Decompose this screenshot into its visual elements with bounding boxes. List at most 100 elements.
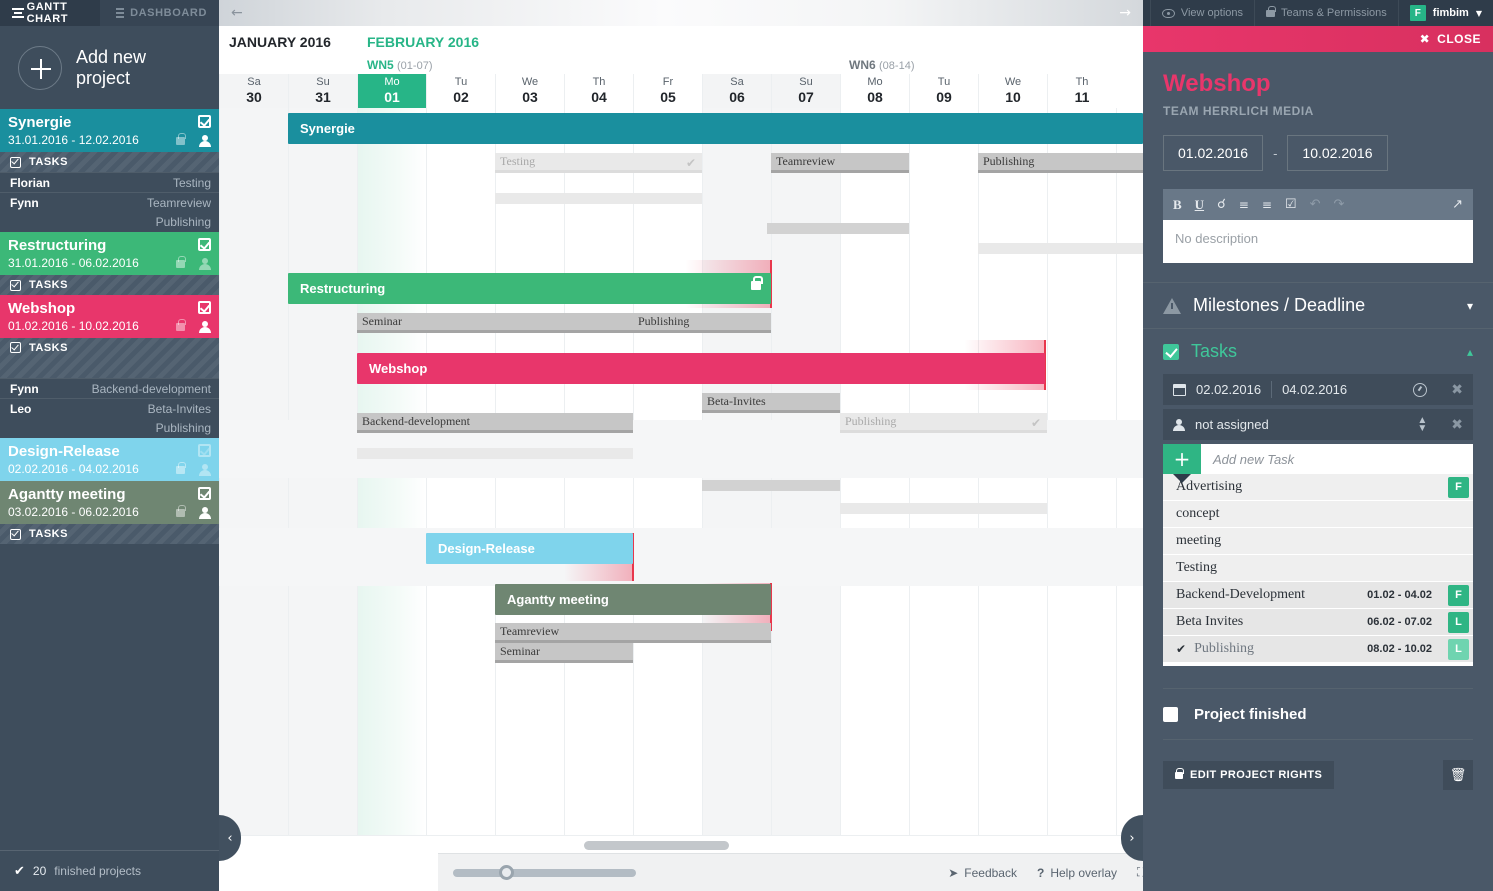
gantt-task-bar[interactable]: Publishing ✔ <box>840 413 1047 433</box>
list-item[interactable]: Backend-Development 01.02 - 04.02 F <box>1163 582 1473 609</box>
list-item[interactable]: Leo Beta-Invites <box>0 398 219 418</box>
day-cell[interactable]: Tu 02 <box>426 74 495 108</box>
list-item[interactable]: Publishing <box>0 212 219 232</box>
day-cell[interactable]: We 10 <box>978 74 1047 108</box>
day-cell[interactable]: Th 11 <box>1047 74 1116 108</box>
list-item[interactable]: ✔ Publishing 08.02 - 10.02 L <box>1163 636 1473 663</box>
horizontal-scrollbar[interactable] <box>219 835 1143 853</box>
gantt-bar-restructuring[interactable]: Restructuring <box>288 273 771 304</box>
sidebar-project-restructuring[interactable]: Restructuring 31.01.2016 - 06.02.2016 <box>0 232 219 275</box>
tasks-strip-webshop[interactable]: TASKS <box>0 338 219 378</box>
list-item[interactable]: Beta Invites 06.02 - 07.02 L <box>1163 609 1473 636</box>
delete-project-button[interactable]: 🗑 <box>1443 760 1473 790</box>
gantt-task-bar[interactable]: Seminar <box>357 313 633 333</box>
gantt-task-bar[interactable]: Seminar <box>495 643 633 663</box>
clear-dates-icon[interactable]: ✖ <box>1451 382 1463 398</box>
task-assignee-row[interactable]: not assigned ▲ ▼ ✖ <box>1163 409 1473 440</box>
arrow-right-icon[interactable]: → <box>1119 6 1131 20</box>
gantt-bar-agantty-meeting[interactable]: Agantty meeting <box>495 584 771 615</box>
gantt-bar-design-release[interactable]: Design-Release <box>426 533 633 564</box>
gantt-task-bar[interactable]: Backend-development <box>357 413 633 433</box>
gantt-task-bar[interactable] <box>702 480 840 491</box>
sidebar-project-webshop[interactable]: Webshop 01.02.2016 - 10.02.2016 <box>0 295 219 338</box>
task-assignee-value[interactable]: not assigned <box>1195 417 1269 432</box>
slider-knob[interactable] <box>499 865 514 880</box>
scrollbar-thumb[interactable] <box>584 841 729 850</box>
project-start-date-field[interactable]: 01.02.2016 <box>1163 135 1264 171</box>
checklist-icon[interactable]: ☑ <box>1285 197 1297 212</box>
zoom-slider[interactable] <box>453 865 636 880</box>
ordered-list-icon[interactable]: ≡ <box>1239 198 1249 212</box>
day-cell[interactable]: Su 07 <box>771 74 840 108</box>
project-finished-row[interactable]: Project finished <box>1163 688 1473 740</box>
sidebar-project-synergie[interactable]: Synergie 31.01.2016 - 12.02.2016 <box>0 109 219 152</box>
list-item[interactable]: Publishing <box>0 418 219 438</box>
view-options-button[interactable]: View options <box>1149 0 1254 26</box>
add-task-button[interactable]: + <box>1163 444 1201 474</box>
person-icon[interactable] <box>199 507 211 519</box>
list-item[interactable]: Fynn Backend-development <box>0 378 219 398</box>
tasks-strip-synergie[interactable]: TASKS <box>0 152 219 172</box>
bullet-list-icon[interactable]: ≡ <box>1262 198 1272 212</box>
day-cell-today[interactable]: Mo 01 <box>357 74 426 108</box>
edit-project-rights-button[interactable]: EDIT PROJECT RIGHTS <box>1163 761 1335 789</box>
expand-icon[interactable]: ↗ <box>1452 197 1463 212</box>
gantt-task-bar[interactable] <box>840 503 1047 514</box>
person-icon[interactable] <box>199 464 211 476</box>
timeline-scroll-bar[interactable]: ← → <box>219 0 1143 26</box>
tab-dashboard[interactable]: DASHBOARD <box>100 0 219 26</box>
day-cell[interactable]: Sa 06 <box>702 74 771 108</box>
list-item[interactable]: Florian Testing <box>0 172 219 192</box>
list-item[interactable]: meeting <box>1163 528 1473 555</box>
sidebar-project-design-release[interactable]: Design-Release 02.02.2016 - 04.02.2016 <box>0 438 219 481</box>
tasks-check-icon[interactable] <box>198 487 211 500</box>
gantt-task-bar[interactable] <box>767 223 909 234</box>
feedback-button[interactable]: ➤ Feedback <box>948 866 1017 880</box>
gantt-task-bar[interactable] <box>978 243 1143 254</box>
arrow-left-icon[interactable]: ← <box>231 6 243 20</box>
section-milestones[interactable]: Milestones / Deadline ▾ <box>1143 282 1493 328</box>
underline-icon[interactable]: U <box>1195 197 1204 213</box>
clock-icon[interactable] <box>1413 382 1428 397</box>
user-menu[interactable]: F fimbim ▼ <box>1397 0 1493 26</box>
day-cell[interactable]: Sa 30 <box>219 74 288 108</box>
gantt-task-bar[interactable]: Teamreview <box>771 153 909 173</box>
list-item[interactable]: concept <box>1163 501 1473 528</box>
chevron-up-icon[interactable]: ▴ <box>1467 345 1473 359</box>
gantt-task-bar[interactable]: Publishing <box>633 313 771 333</box>
gantt-grid[interactable]: Synergie Testing ✔ Teamreview Publishing… <box>219 108 1143 853</box>
tasks-strip-restructuring[interactable]: TASKS <box>0 275 219 295</box>
project-finished-checkbox[interactable] <box>1163 706 1178 722</box>
section-tasks[interactable]: Tasks ▴ <box>1143 328 1493 374</box>
help-overlay-button[interactable]: ? Help overlay <box>1037 866 1117 880</box>
day-cell[interactable]: Tu 09 <box>909 74 978 108</box>
tasks-check-icon[interactable] <box>198 238 211 251</box>
task-date-row[interactable]: 02.02.2016 04.02.2016 ✖ <box>1163 374 1473 405</box>
link-icon[interactable]: ☌ <box>1217 197 1226 212</box>
bold-icon[interactable]: B <box>1173 197 1182 213</box>
project-end-date-field[interactable]: 10.02.2016 <box>1287 135 1388 171</box>
list-item[interactable]: Fynn Teamreview <box>0 192 219 212</box>
sidebar-project-agantty-meeting[interactable]: Agantty meeting 03.02.2016 - 06.02.2016 <box>0 481 219 524</box>
finished-projects-row[interactable]: ✔ 20 finished projects <box>0 850 219 891</box>
chevron-down-icon[interactable]: ▾ <box>1467 299 1473 313</box>
gantt-task-bar[interactable]: Teamreview <box>495 623 771 643</box>
tasks-check-icon[interactable] <box>198 444 211 457</box>
teams-permissions-button[interactable]: Teams & Permissions <box>1254 0 1398 26</box>
tab-gantt-chart[interactable]: GANTT CHART <box>0 0 100 26</box>
list-item[interactable]: Advertising F <box>1163 474 1473 501</box>
tasks-strip-agantty[interactable]: TASKS <box>0 524 219 544</box>
sort-icon[interactable]: ▲ ▼ <box>1417 415 1427 433</box>
close-panel-button[interactable]: ✖ CLOSE <box>1143 26 1493 52</box>
person-icon[interactable] <box>199 258 211 270</box>
tasks-check-icon[interactable] <box>198 115 211 128</box>
person-icon[interactable] <box>199 321 211 333</box>
gantt-task-bar[interactable]: Beta-Invites <box>702 393 840 413</box>
day-cell[interactable]: Fr 05 <box>633 74 702 108</box>
day-cell[interactable]: We 03 <box>495 74 564 108</box>
gantt-task-bar[interactable] <box>357 448 633 459</box>
gantt-bar-webshop[interactable]: Webshop <box>357 353 1045 384</box>
add-task-input[interactable]: Add new Task <box>1201 444 1473 474</box>
day-cell[interactable]: Su 31 <box>288 74 357 108</box>
clear-assignee-icon[interactable]: ✖ <box>1451 417 1463 433</box>
